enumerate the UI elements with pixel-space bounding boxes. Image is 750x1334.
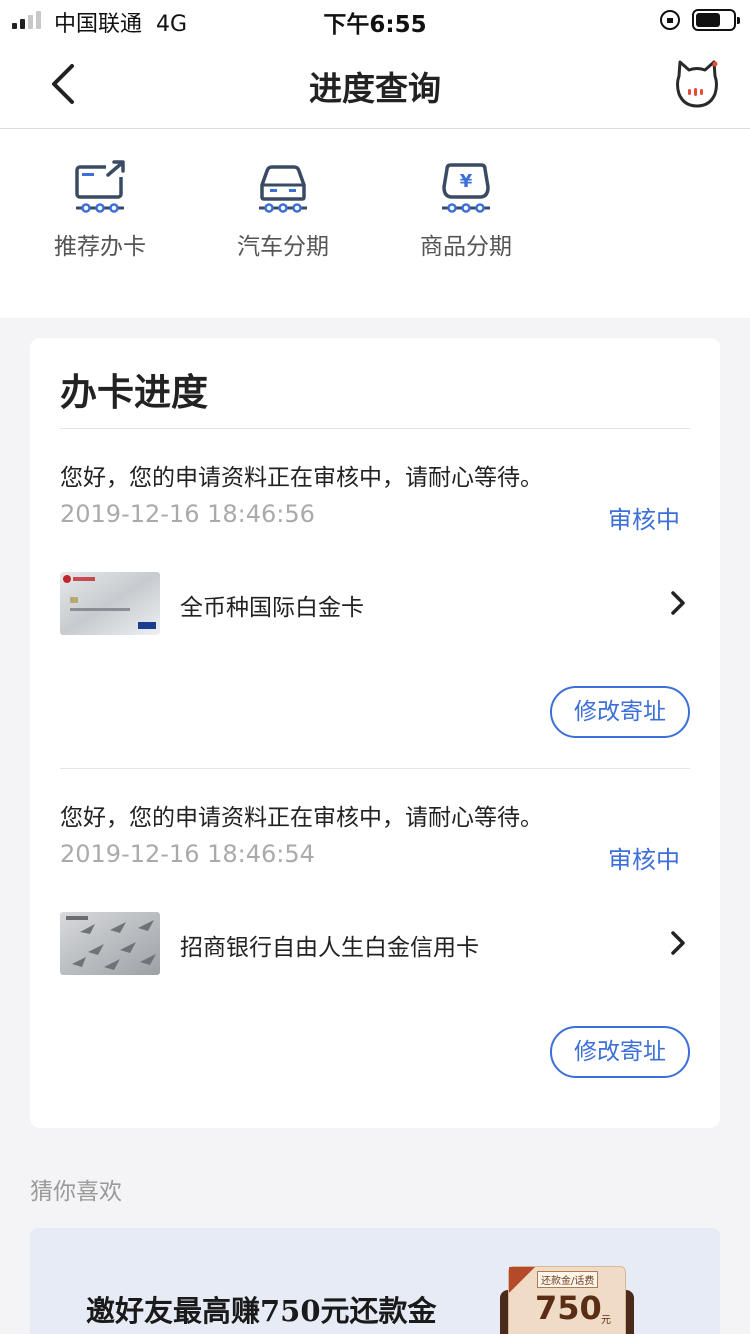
application-message: 您好，您的申请资料正在审核中，请耐心等待。 xyxy=(60,465,543,491)
application-message: 您好，您的申请资料正在审核中，请耐心等待。 xyxy=(60,805,543,831)
credit-card-thumbnail xyxy=(60,912,160,975)
status-bar: 中国联通 4G 下午6:55 xyxy=(0,0,750,40)
cat-mascot-icon[interactable] xyxy=(674,58,720,110)
change-address-button[interactable]: 修改寄址 xyxy=(550,686,690,738)
section-title: 办卡进度 xyxy=(60,371,208,414)
yen-bag-icon: ¥ xyxy=(442,163,490,213)
card-product-row[interactable]: 招商银行自由人生白金信用卡 xyxy=(30,904,720,984)
divider xyxy=(60,768,690,769)
quick-item-recommend-card[interactable]: 推荐办卡 xyxy=(30,159,170,261)
promo-unit: 元 xyxy=(601,1315,611,1326)
quick-item-goods-installment[interactable]: ¥ 商品分期 xyxy=(396,159,536,261)
card-share-icon xyxy=(75,160,125,213)
card-product-name: 招商银行自由人生白金信用卡 xyxy=(180,935,479,961)
svg-text:¥: ¥ xyxy=(460,171,473,192)
credit-card-thumbnail xyxy=(60,572,160,635)
status-time: 下午6:55 xyxy=(323,12,427,38)
promo-card: 还款金/话费 750 元 xyxy=(508,1266,626,1334)
chevron-right-icon xyxy=(671,931,685,955)
status-badge: 审核中 xyxy=(608,506,680,534)
card-product-name: 全币种国际白金卡 xyxy=(180,595,364,621)
promo-tag: 还款金/话费 xyxy=(537,1271,599,1288)
card-progress-panel: 办卡进度 您好，您的申请资料正在审核中，请耐心等待。 2019-12-16 18… xyxy=(30,338,720,1128)
card-product-row[interactable]: 全币种国际白金卡 xyxy=(30,564,720,644)
banner-headline: 邀好友最高赚750元还款金 xyxy=(86,1294,437,1328)
quick-item-label: 推荐办卡 xyxy=(54,234,146,260)
application-timestamp: 2019-12-16 18:46:56 xyxy=(60,500,315,528)
promo-corner-ribbon xyxy=(509,1267,535,1293)
quick-item-car-installment[interactable]: 汽车分期 xyxy=(213,159,353,261)
divider xyxy=(60,428,690,429)
battery-icon xyxy=(692,9,740,31)
chevron-right-icon xyxy=(671,591,685,615)
page-title: 进度查询 xyxy=(309,69,441,108)
quick-item-label: 汽车分期 xyxy=(237,234,329,260)
car-icon xyxy=(259,165,307,213)
application-item: 您好，您的申请资料正在审核中，请耐心等待。 2019-12-16 18:46:5… xyxy=(30,438,720,768)
promo-amount: 750 xyxy=(535,1289,602,1327)
status-badge: 审核中 xyxy=(608,846,680,874)
nav-bar: 进度查询 xyxy=(0,40,750,129)
application-item: 您好，您的申请资料正在审核中，请耐心等待。 2019-12-16 18:46:5… xyxy=(30,778,720,1108)
promo-banner[interactable]: 邀好友最高赚750元还款金 还款金/话费 750 元 xyxy=(30,1228,720,1334)
quick-item-label: 商品分期 xyxy=(420,234,512,260)
section-label-recommend: 猜你喜欢 xyxy=(30,1179,122,1205)
change-address-button[interactable]: 修改寄址 xyxy=(550,1026,690,1078)
quick-menu: 推荐办卡 汽车分期 ¥ 商品分期 xyxy=(0,129,750,318)
application-timestamp: 2019-12-16 18:46:54 xyxy=(60,840,315,868)
rotation-lock-icon xyxy=(660,10,680,30)
